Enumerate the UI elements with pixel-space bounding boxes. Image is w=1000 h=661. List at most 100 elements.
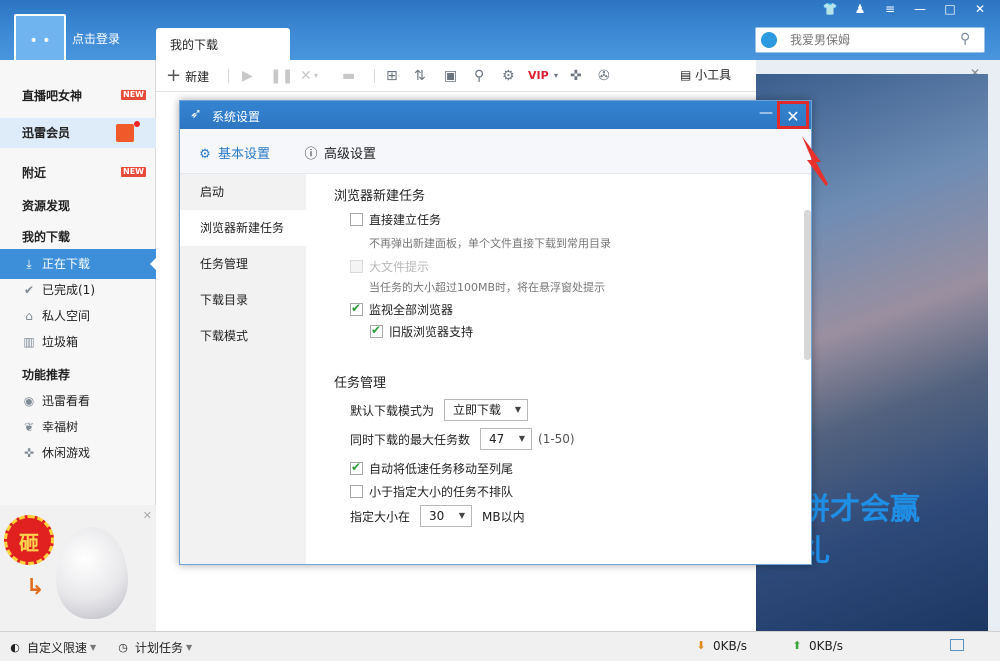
search-icon[interactable]: ⚲	[474, 66, 484, 86]
search-icon[interactable]: ⚲	[960, 31, 978, 49]
annotation-arrow-icon	[802, 136, 828, 186]
vip-dropdown-icon[interactable]: ▾	[554, 66, 558, 86]
film-icon[interactable]: ✇	[598, 66, 610, 86]
nav-task-management[interactable]: 任务管理	[180, 246, 306, 282]
sidebar-item-trash[interactable]: ▥ 垃圾箱	[0, 327, 156, 357]
minimize-button[interactable]: —	[906, 0, 934, 18]
speed-gauge-icon: ◐	[10, 640, 20, 654]
option-label: 直接建立任务	[369, 213, 442, 227]
schedule-label: 计划任务	[135, 641, 184, 655]
sidebar-item-live-goddess[interactable]: 直播吧女神 NEW	[0, 81, 156, 111]
egg-image[interactable]	[56, 527, 128, 619]
option-direct-create[interactable]: 直接建立任务	[350, 211, 441, 228]
size-limit-unit: MB以内	[482, 509, 525, 524]
skin-icon[interactable]: 👕	[816, 0, 844, 18]
dialog-title-bar[interactable]: ➶ 系统设置 — ✕	[180, 101, 811, 129]
schedule-menu[interactable]: ◷ 计划任务 ▼	[116, 639, 192, 656]
gamepad-icon[interactable]: ✜	[570, 66, 582, 86]
nav-download-mode[interactable]: 下载模式	[180, 318, 306, 354]
tools-button[interactable]: ▤ 小工具	[680, 66, 731, 83]
user-center-icon[interactable]: ♟	[846, 0, 874, 18]
new-task-label: 新建	[185, 70, 210, 84]
nav-browser-new-task[interactable]: 浏览器新建任务	[180, 210, 306, 246]
vip-icon[interactable]: VIP	[528, 66, 549, 86]
tab-my-downloads[interactable]: 我的下载	[156, 28, 290, 60]
settings-icon[interactable]: ⚙	[502, 66, 515, 86]
grid-view-icon[interactable]: ⊞	[386, 66, 398, 86]
dialog-close-button[interactable]: ✕	[777, 101, 809, 129]
tab-advanced-settings[interactable]: ⓘ 高级设置	[302, 143, 376, 162]
upload-arrow-icon: ⬆	[792, 639, 802, 652]
checkbox-direct-create[interactable]	[350, 213, 363, 226]
ad-headline: 拼才会赢	[800, 492, 920, 527]
delete-icon[interactable]: ✕	[300, 66, 312, 86]
sidebar-item-label: 迅雷会员	[22, 126, 71, 140]
trash-icon: ▥	[23, 335, 35, 349]
dialog-title: 系统设置	[212, 110, 261, 124]
option-legacy-browser[interactable]: 旧版浏览器支持	[370, 323, 473, 340]
sidebar-item-nearby[interactable]: 附近 NEW	[0, 158, 156, 188]
checkbox-big-file-tip	[350, 260, 363, 273]
option-move-slow[interactable]: 自动将低速任务移动至列尾	[350, 460, 513, 477]
avatar[interactable]: • • ‿	[14, 14, 66, 62]
sidebar-item-vip[interactable]: 迅雷会员	[0, 118, 156, 148]
layout-toggle-icon[interactable]	[950, 639, 969, 651]
nav-startup[interactable]: 启动	[180, 174, 306, 210]
login-link[interactable]: 点击登录	[72, 30, 120, 47]
checkbox-legacy-browser[interactable]	[370, 323, 383, 338]
tab-label: 高级设置	[324, 147, 377, 162]
divider	[374, 69, 375, 83]
sidebar-item-label: 正在下载	[42, 257, 91, 271]
folder-icon[interactable]: ▬	[342, 66, 355, 86]
nav-download-directory[interactable]: 下载目录	[180, 282, 306, 318]
new-task-button[interactable]: + 新建	[166, 66, 209, 86]
chevron-down-icon: ▼	[186, 643, 193, 652]
speed-limit-menu[interactable]: ◐ 自定义限速 ▼	[8, 639, 96, 656]
sidebar-item-label: 直播吧女神	[22, 89, 83, 103]
chevron-down-icon: ▼	[514, 405, 522, 414]
pause-icon[interactable]: ❚❚	[270, 66, 293, 86]
dialog-minimize-button[interactable]: —	[759, 105, 773, 121]
default-mode-select[interactable]: 立即下载 ▼	[444, 399, 529, 421]
close-button[interactable]: ✕	[966, 0, 994, 18]
start-icon[interactable]: ▶	[242, 66, 253, 86]
maximize-button[interactable]: □	[936, 0, 964, 18]
checkbox-move-slow[interactable]	[350, 460, 363, 475]
size-limit-value: 30	[429, 509, 445, 523]
size-limit-row: 指定大小在 30 ▼ MB以内	[350, 505, 525, 527]
delete-dropdown-icon[interactable]: ▾	[314, 66, 318, 86]
gamepad-icon: ✜	[23, 446, 35, 460]
checkbox-monitor-all-browsers[interactable]	[350, 301, 363, 316]
max-tasks-select[interactable]: 47 ▼	[480, 428, 533, 450]
sidebar-item-label: 垃圾箱	[42, 335, 79, 349]
max-tasks-value: 47	[489, 432, 505, 446]
upload-speed: ⬆ 0KB/s	[790, 639, 843, 653]
tab-basic-settings[interactable]: ⚙ 基本设置	[196, 143, 270, 162]
option-label: 小于指定大小的任务不排队	[369, 485, 514, 499]
info-icon[interactable]: ▣	[444, 66, 457, 86]
option-monitor-all-browsers[interactable]: 监视全部浏览器	[350, 301, 453, 318]
window-controls: 👕 ♟ ≡ — □ ✕	[816, 0, 994, 18]
golden-egg-promo[interactable]: 砸 ↳ ✕	[0, 505, 156, 631]
sidebar-item-casual-games[interactable]: ✜ 休闲游戏	[0, 438, 156, 468]
search-input[interactable]	[790, 31, 950, 49]
option-hint: 当任务的大小超过100MB时，将在悬浮窗处提示	[369, 281, 606, 294]
close-icon[interactable]: ✕	[143, 509, 152, 522]
search-engine-icon[interactable]	[761, 32, 777, 48]
avatar-face-icon: • • ‿	[29, 33, 51, 63]
checkbox-no-queue[interactable]	[350, 485, 363, 498]
download-speed-value: 0KB/s	[713, 639, 748, 653]
option-no-queue[interactable]: 小于指定大小的任务不排队	[350, 483, 513, 500]
default-mode-label: 默认下载模式为	[350, 403, 435, 418]
sidebar-item-label: 私人空间	[42, 309, 91, 323]
gift-icon	[116, 121, 140, 142]
sidebar-item-discover[interactable]: 资源发现	[0, 191, 156, 221]
size-limit-select[interactable]: 30 ▼	[420, 505, 473, 527]
sort-icon[interactable]: ⇅	[414, 66, 426, 86]
sidebar-item-label: 附近	[22, 166, 47, 180]
scrollbar[interactable]	[804, 210, 811, 360]
option-label: 监视全部浏览器	[369, 303, 454, 317]
sidebar-section-my-downloads[interactable]: 我的下载	[0, 222, 156, 252]
max-tasks-range: (1-50)	[538, 432, 575, 446]
menu-icon[interactable]: ≡	[876, 0, 904, 18]
